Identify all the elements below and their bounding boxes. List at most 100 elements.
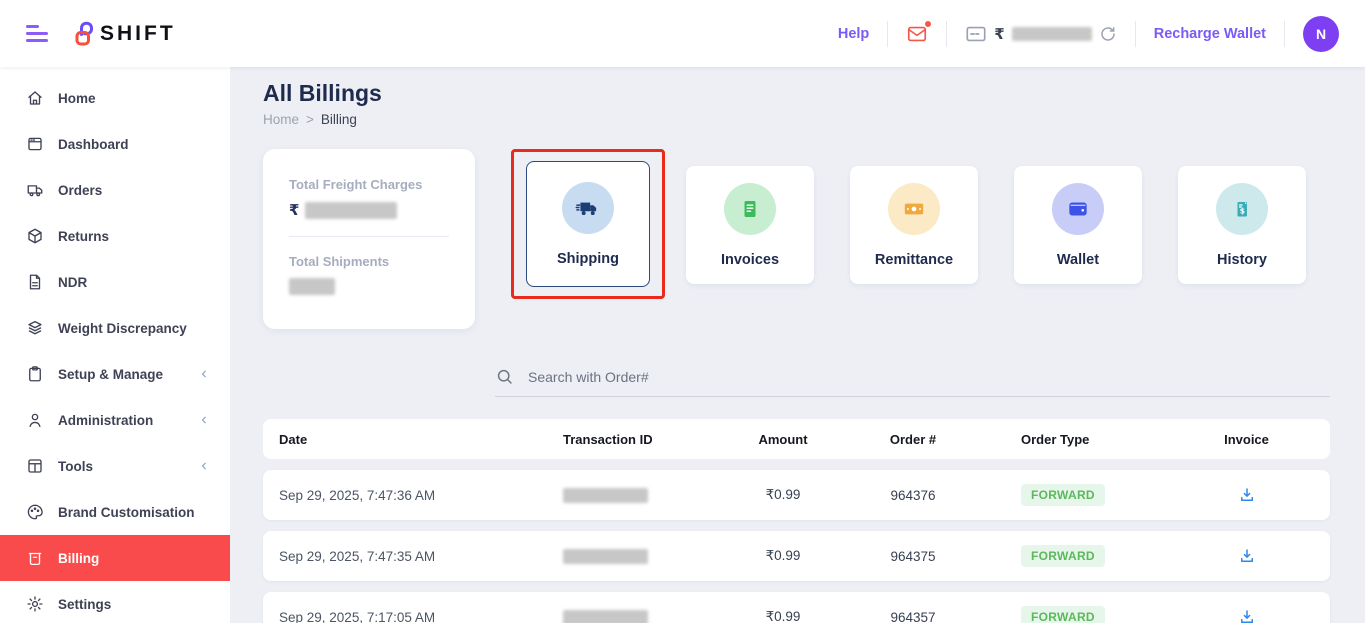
cell-amount: ₹0.99 — [723, 609, 843, 623]
tab-shipping[interactable]: Shipping — [526, 161, 650, 287]
tab-invoices[interactable]: Invoices — [686, 166, 814, 284]
chevron-left-icon — [198, 460, 210, 472]
document-icon — [26, 273, 44, 291]
panel-icon — [26, 457, 44, 475]
billing-tabs: Shipping Invoices — [511, 149, 1306, 299]
tab-history[interactable]: $ History — [1178, 166, 1306, 284]
refresh-icon[interactable] — [1099, 25, 1117, 43]
home-icon — [26, 89, 44, 107]
sidebar-item-brand-customisation[interactable]: Brand Customisation — [0, 489, 230, 535]
currency-symbol: ₹ — [289, 201, 299, 219]
sidebar-item-label: Administration — [58, 413, 153, 428]
sidebar-item-returns[interactable]: Returns — [0, 213, 230, 259]
sidebar-item-label: NDR — [58, 275, 87, 290]
divider — [946, 21, 947, 47]
top-header: SHIFT Help ₹ Rec — [0, 0, 1365, 67]
brand-glyph-icon — [72, 20, 96, 47]
cell-date: Sep 29, 2025, 7:47:36 AM — [263, 488, 563, 503]
sidebar-item-label: Tools — [58, 459, 93, 474]
sidebar-item-administration[interactable]: Administration — [0, 397, 230, 443]
palette-icon — [26, 503, 44, 521]
layers-icon — [26, 319, 44, 337]
cell-order-number: 964357 — [843, 610, 983, 623]
tab-wallet[interactable]: Wallet — [1014, 166, 1142, 284]
invoice-document-icon — [724, 183, 776, 235]
sidebar-item-orders[interactable]: Orders — [0, 167, 230, 213]
transaction-id-redacted — [563, 549, 648, 564]
truck-icon — [26, 181, 44, 199]
freight-amount-redacted — [305, 202, 397, 219]
cell-amount: ₹0.99 — [723, 487, 843, 503]
brand-name: SHIFT — [100, 22, 176, 46]
person-icon — [26, 411, 44, 429]
sidebar-item-label: Orders — [58, 183, 102, 198]
freight-charges-label: Total Freight Charges — [289, 177, 449, 192]
download-invoice-button[interactable] — [1234, 604, 1260, 623]
banknote-icon — [888, 183, 940, 235]
sidebar-item-label: Brand Customisation — [58, 505, 195, 520]
cell-date: Sep 29, 2025, 7:17:05 AM — [263, 610, 563, 623]
sidebar-item-billing[interactable]: Billing — [0, 535, 230, 581]
app: SHIFT Help ₹ Rec — [0, 0, 1365, 623]
wallet-balance: ₹ — [965, 23, 1116, 45]
sidebar-item-tools[interactable]: Tools — [0, 443, 230, 489]
column-header-invoice: Invoice — [1163, 432, 1330, 447]
breadcrumb-home[interactable]: Home — [263, 112, 299, 127]
table-row: Sep 29, 2025, 7:17:05 AM ₹0.99 964357 FO… — [263, 592, 1330, 623]
cell-order-number: 964375 — [843, 549, 983, 564]
dashboard-icon — [26, 135, 44, 153]
billing-icon — [26, 549, 44, 567]
sidebar-item-settings[interactable]: Settings — [0, 581, 230, 623]
clipboard-icon — [26, 365, 44, 383]
user-avatar[interactable]: N — [1303, 16, 1339, 52]
totals-card: Total Freight Charges ₹ Total Shipments — [263, 149, 475, 329]
brand-logo: SHIFT — [72, 20, 176, 47]
sidebar-item-label: Billing — [58, 551, 99, 566]
search-input[interactable] — [528, 369, 1330, 385]
sidebar-item-setup-manage[interactable]: Setup & Manage — [0, 351, 230, 397]
order-type-badge: FORWARD — [1021, 484, 1105, 506]
column-header-date: Date — [263, 432, 563, 447]
sidebar-item-weight-discrepancy[interactable]: Weight Discrepancy — [0, 305, 230, 351]
sidebar-item-ndr[interactable]: NDR — [0, 259, 230, 305]
divider — [289, 236, 449, 237]
transaction-id-redacted — [563, 610, 648, 623]
package-icon — [26, 227, 44, 245]
history-receipt-icon: $ — [1216, 183, 1268, 235]
tab-label: Shipping — [557, 251, 619, 267]
breadcrumb-separator: > — [306, 112, 314, 127]
help-link[interactable]: Help — [838, 26, 869, 42]
mail-notification-icon[interactable] — [906, 23, 928, 45]
chevron-left-icon — [198, 414, 210, 426]
sidebar-item-home[interactable]: Home — [0, 75, 230, 121]
shipping-truck-icon — [562, 182, 614, 234]
order-search — [495, 367, 1330, 397]
main-content: All Billings Home > Billing Total Freigh… — [230, 67, 1365, 623]
download-invoice-button[interactable] — [1234, 543, 1260, 569]
sidebar-nav: Home Dashboard Orders Returns NDR Weight… — [0, 67, 230, 623]
sidebar-item-label: Home — [58, 91, 96, 106]
tab-remittance[interactable]: Remittance — [850, 166, 978, 284]
hamburger-menu-icon[interactable] — [26, 25, 48, 42]
table-row: Sep 29, 2025, 7:47:35 AM ₹0.99 964375 FO… — [263, 531, 1330, 581]
currency-symbol: ₹ — [994, 25, 1004, 43]
order-type-badge: FORWARD — [1021, 606, 1105, 623]
svg-text:$: $ — [1240, 206, 1245, 215]
wallet-icon — [1052, 183, 1104, 235]
download-icon — [1238, 547, 1256, 565]
card-icon — [965, 23, 987, 45]
sidebar-item-label: Settings — [58, 597, 111, 612]
column-header-amount: Amount — [723, 432, 843, 447]
divider — [1135, 21, 1136, 47]
download-invoice-button[interactable] — [1234, 482, 1260, 508]
sidebar-item-label: Returns — [58, 229, 109, 244]
divider — [887, 21, 888, 47]
sidebar-item-dashboard[interactable]: Dashboard — [0, 121, 230, 167]
billing-table: Date Transaction ID Amount Order # Order… — [263, 419, 1330, 623]
download-icon — [1238, 486, 1256, 504]
shipments-count-redacted — [289, 278, 335, 295]
sidebar-item-label: Weight Discrepancy — [58, 321, 187, 336]
billing-summary-section: Total Freight Charges ₹ Total Shipments — [263, 149, 1330, 329]
recharge-wallet-link[interactable]: Recharge Wallet — [1154, 26, 1266, 42]
gear-icon — [26, 595, 44, 613]
